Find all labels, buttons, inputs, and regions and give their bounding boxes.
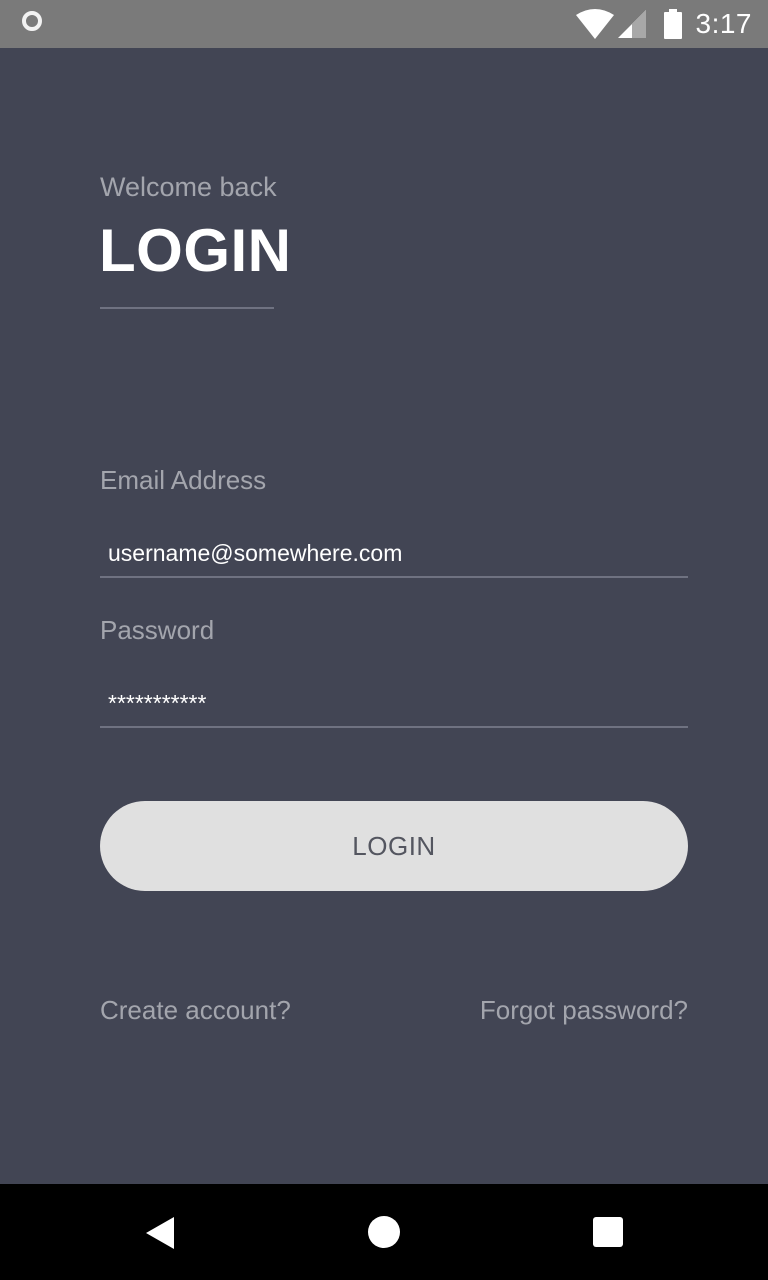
- email-label: Email Address: [100, 465, 267, 495]
- password-field[interactable]: ***********: [100, 678, 688, 728]
- status-time: 3:17: [695, 8, 752, 39]
- title-divider: [100, 307, 274, 309]
- email-field[interactable]: username@somewhere.com: [100, 528, 688, 578]
- recents-icon[interactable]: [593, 1217, 623, 1247]
- status-bar: 3:17: [0, 0, 768, 48]
- status-icons: 3:17: [575, 0, 753, 48]
- page-title: LOGIN: [99, 217, 292, 284]
- navigation-bar: [0, 1184, 768, 1280]
- battery-icon: [663, 9, 682, 39]
- create-account-link[interactable]: Create account?: [100, 995, 291, 1026]
- record-icon: [22, 11, 42, 31]
- signal-icon: [617, 10, 646, 38]
- login-button[interactable]: LOGIN: [100, 801, 688, 891]
- back-icon[interactable]: [146, 1217, 174, 1249]
- forgot-password-link[interactable]: Forgot password?: [480, 995, 688, 1026]
- login-screen: 3:17 Welcome back LOGIN Email Address us…: [0, 0, 768, 1280]
- home-icon[interactable]: [368, 1216, 400, 1248]
- password-label: Password: [100, 615, 215, 645]
- wifi-icon: [575, 9, 614, 39]
- login-button-label: LOGIN: [352, 830, 436, 861]
- welcome-text: Welcome back: [100, 172, 277, 202]
